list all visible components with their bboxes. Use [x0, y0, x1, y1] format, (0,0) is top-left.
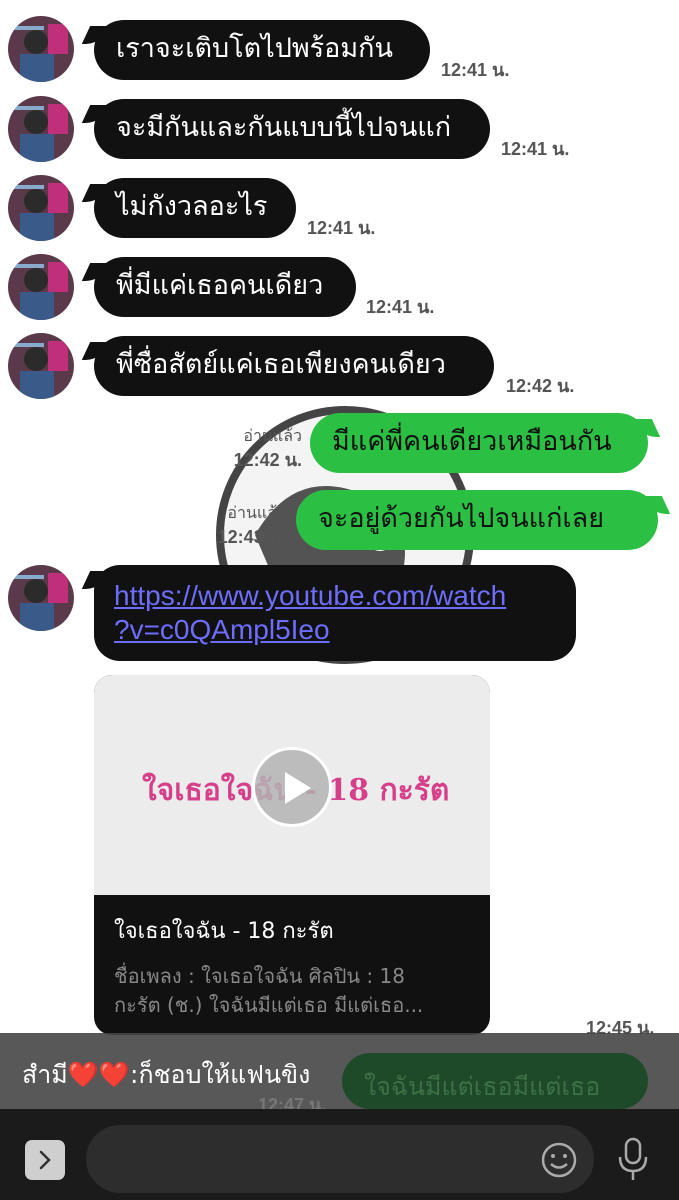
youtube-link[interactable]: ?v=c0QAmpl5Ieo [114, 614, 330, 645]
read-receipt: อ่านแล้ว 12:43 น. [200, 503, 286, 549]
microphone-icon[interactable] [616, 1137, 650, 1183]
read-status: อ่านแล้ว [227, 505, 286, 522]
card-description-line: ชื่อเพลง : ใจเธอใจฉัน ศิลปิน : 18 [114, 964, 405, 988]
chevron-right-icon [39, 1150, 51, 1170]
incoming-message[interactable]: พี่มีแค่เธอคนเดียว [94, 257, 356, 317]
card-description-line: กะรัต (ช.) ใจฉันมีแต่เธอ มีแต่เธอ... [114, 993, 424, 1017]
message-time: 12:41 น. [307, 218, 376, 238]
outgoing-message-preview: ใจฉันมีแต่เธอมีแต่เธอ [342, 1053, 648, 1109]
smiley-icon[interactable] [540, 1141, 578, 1179]
incoming-message[interactable]: เราจะเติบโตไปพร้อมกัน [94, 20, 430, 80]
message-time: 12:42 น. [506, 376, 575, 396]
message-input[interactable] [86, 1125, 594, 1193]
link-preview-card[interactable]: ใจเธอใจฉัน - 18 กะรัต ใจเธอใจฉัน - 18 กะ… [94, 675, 490, 1035]
contact-avatar[interactable] [8, 16, 74, 82]
contact-avatar[interactable] [8, 254, 74, 320]
message-time: 12:41 น. [366, 297, 435, 317]
input-bar [0, 1109, 679, 1200]
read-receipt: อ่านแล้ว 12:42 น. [216, 426, 302, 472]
play-icon[interactable] [252, 747, 332, 827]
message-text: เราจะเติบโตไปพร้อมกัน [116, 33, 393, 64]
expand-button[interactable] [25, 1140, 65, 1180]
contact-avatar[interactable] [8, 565, 74, 631]
card-title: ใจเธอใจฉัน - 18 กะรัต [114, 919, 334, 944]
message-text: ไม่กังวลอะไร [116, 191, 268, 222]
outgoing-message[interactable]: จะอยู่ด้วยกันไปจนแก่เลย [296, 490, 658, 550]
contact-avatar[interactable] [8, 175, 74, 241]
message-text: ใจฉันมีแต่เธอมีแต่เธอ [364, 1072, 601, 1101]
contact-avatar[interactable] [8, 96, 74, 162]
contact-avatar[interactable] [8, 333, 74, 399]
message-time: 12:42 น. [233, 449, 302, 470]
message-time: 12:41 น. [501, 139, 570, 159]
message-text: จะมีกันและกันแบบนี้ไปจนแก่ [116, 112, 452, 143]
message-text: มีแค่พี่คนเดียวเหมือนกัน [332, 426, 612, 457]
message-text: จะอยู่ด้วยกันไปจนแก่เลย [318, 503, 605, 534]
outgoing-message[interactable]: มีแค่พี่คนเดียวเหมือนกัน [310, 413, 648, 473]
message-text: พี่ซื่อสัตย์แค่เธอเพียงคนเดียว [116, 349, 446, 380]
youtube-link[interactable]: https://www.youtube.com/watch [114, 580, 506, 611]
message-time: 12:43 น. [217, 526, 286, 547]
incoming-message[interactable]: พี่ซื่อสัตย์แค่เธอเพียงคนเดียว [94, 336, 494, 396]
notification-text: สำมี❤️❤️:ก็ชอบให้แฟนขิง [22, 1060, 311, 1089]
incoming-message[interactable]: ไม่กังวลอะไร [94, 178, 296, 238]
message-time: 12:41 น. [441, 60, 510, 80]
incoming-message[interactable]: จะมีกันและกันแบบนี้ไปจนแก่ [94, 99, 490, 159]
message-text: พี่มีแค่เธอคนเดียว [116, 270, 324, 301]
card-description: ชื่อเพลง : ใจเธอใจฉัน ศิลปิน : 18 กะรัต … [114, 962, 470, 1020]
link-message[interactable]: https://www.youtube.com/watch ?v=c0QAmpl… [94, 565, 576, 661]
read-status: อ่านแล้ว [243, 428, 302, 445]
video-thumbnail[interactable]: ใจเธอใจฉัน - 18 กะรัต [94, 675, 490, 895]
